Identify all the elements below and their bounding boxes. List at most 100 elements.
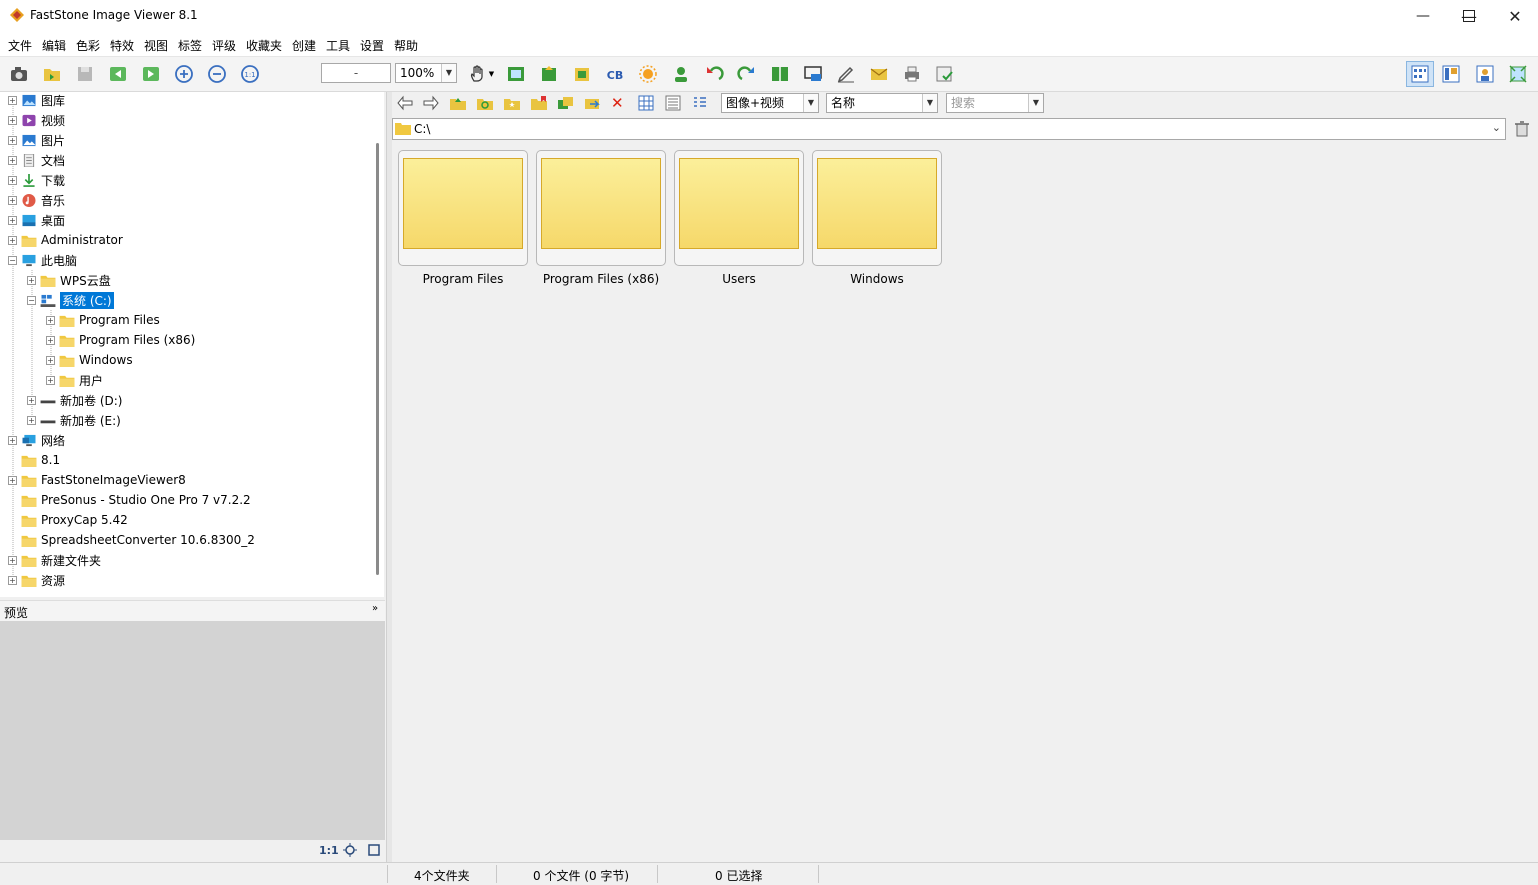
view-filter-select[interactable]: 图像+视频 ▼ bbox=[721, 93, 819, 113]
tree-item[interactable]: +8.1 bbox=[8, 450, 60, 470]
favorites-folder-button[interactable] bbox=[530, 94, 548, 115]
tree-item[interactable]: + 视频 bbox=[8, 110, 65, 130]
expand-toggle-icon[interactable]: + bbox=[8, 95, 17, 105]
print-button[interactable] bbox=[901, 63, 923, 85]
tree-item[interactable]: + 图片 bbox=[8, 130, 65, 150]
adjust-colors-button[interactable] bbox=[637, 63, 659, 85]
menu-file[interactable]: 文件 bbox=[8, 37, 32, 54]
expand-toggle-icon[interactable]: + bbox=[8, 115, 17, 125]
expand-toggle-icon[interactable]: + bbox=[8, 575, 17, 585]
refresh-folder-button[interactable] bbox=[476, 94, 494, 115]
expand-toggle-icon[interactable]: + bbox=[27, 395, 36, 405]
preview-fullscreen-button[interactable] bbox=[367, 843, 381, 860]
expand-toggle-icon[interactable]: + bbox=[8, 475, 17, 485]
tree-item[interactable]: + Windows bbox=[46, 350, 133, 370]
up-folder-button[interactable] bbox=[449, 94, 467, 115]
folder-thumbnail[interactable] bbox=[536, 150, 666, 266]
detail-view-button[interactable] bbox=[665, 95, 681, 114]
expand-toggle-icon[interactable]: + bbox=[46, 355, 55, 365]
minimize-button-real[interactable]: — bbox=[1400, 0, 1446, 32]
chevron-down-icon[interactable]: ⌄ bbox=[1492, 121, 1501, 134]
menu-tools[interactable]: 工具 bbox=[326, 37, 350, 54]
tree-item[interactable]: + 图库 bbox=[8, 90, 65, 110]
move-to-folder-button[interactable] bbox=[584, 94, 602, 115]
copy-to-button[interactable] bbox=[571, 63, 593, 85]
back-button[interactable] bbox=[396, 94, 414, 115]
tree-scrollbar[interactable] bbox=[376, 143, 379, 575]
fullscreen-button[interactable] bbox=[1507, 63, 1529, 85]
tree-item[interactable]: + 新加卷 (E:) bbox=[27, 410, 121, 430]
list-view-button[interactable] bbox=[692, 95, 708, 114]
collapse-toggle-icon[interactable]: − bbox=[8, 255, 17, 265]
menu-color[interactable]: 色彩 bbox=[76, 37, 100, 54]
tree-item[interactable]: − 此电脑 bbox=[8, 250, 77, 270]
menu-tags[interactable]: 标签 bbox=[178, 37, 202, 54]
expand-toggle-icon[interactable]: + bbox=[8, 435, 17, 445]
sort-select[interactable]: 名称 ▼ bbox=[826, 93, 938, 113]
tree-item[interactable]: + 用户 bbox=[46, 370, 103, 390]
expand-toggle-icon[interactable]: + bbox=[8, 155, 17, 165]
open-folder-button[interactable] bbox=[41, 63, 63, 85]
menu-help[interactable]: 帮助 bbox=[394, 37, 418, 54]
email-button[interactable] bbox=[868, 63, 890, 85]
tree-item[interactable]: + 新建文件夹 bbox=[8, 550, 101, 570]
flip-button[interactable] bbox=[769, 63, 791, 85]
tree-item[interactable]: + FastStoneImageViewer8 bbox=[8, 470, 186, 490]
actual-size-button[interactable]: 1:1 bbox=[239, 63, 261, 85]
maximize-button[interactable] bbox=[1446, 0, 1492, 32]
menu-view[interactable]: 视图 bbox=[144, 37, 168, 54]
menu-create[interactable]: 创建 bbox=[292, 37, 316, 54]
previous-button[interactable] bbox=[107, 63, 129, 85]
menu-edit[interactable]: 编辑 bbox=[42, 37, 66, 54]
tree-item[interactable]: + 资源 bbox=[8, 570, 65, 590]
save-button[interactable] bbox=[74, 63, 96, 85]
preview-actual-size-button[interactable]: 1:1 bbox=[319, 844, 339, 857]
zoom-select[interactable]: 100% ▼ bbox=[395, 63, 457, 83]
expand-toggle-icon[interactable]: + bbox=[8, 555, 17, 565]
wallpaper-button[interactable] bbox=[670, 63, 692, 85]
expand-toggle-icon[interactable]: + bbox=[46, 375, 55, 385]
tree-item[interactable]: +ProxyCap 5.42 bbox=[8, 510, 128, 530]
move-to-button[interactable] bbox=[538, 63, 560, 85]
search-input[interactable]: 搜索 ▼ bbox=[946, 93, 1044, 113]
expand-toggle-icon[interactable]: + bbox=[8, 175, 17, 185]
expand-toggle-icon[interactable]: + bbox=[27, 275, 36, 285]
new-folder-button[interactable] bbox=[503, 94, 521, 115]
expand-toggle-icon[interactable]: + bbox=[8, 235, 17, 245]
forward-button[interactable] bbox=[422, 94, 440, 115]
expand-toggle-icon[interactable]: + bbox=[8, 135, 17, 145]
menu-effects[interactable]: 特效 bbox=[110, 37, 134, 54]
tree-item[interactable]: + 网络 bbox=[8, 430, 65, 450]
zoom-out-button[interactable] bbox=[206, 63, 228, 85]
thumbnail-view-button[interactable] bbox=[638, 95, 654, 114]
rotate-left-button[interactable] bbox=[703, 63, 725, 85]
layout-browser-button[interactable] bbox=[1406, 61, 1434, 87]
clear-history-button[interactable] bbox=[1514, 120, 1530, 141]
tree-item[interactable]: + 音乐 bbox=[8, 190, 65, 210]
image-size-field[interactable]: - bbox=[321, 63, 391, 83]
expand-toggle-icon[interactable]: + bbox=[46, 315, 55, 325]
zoom-in-button[interactable] bbox=[173, 63, 195, 85]
tree-item[interactable]: + WPS云盘 bbox=[27, 270, 111, 290]
slideshow-button[interactable] bbox=[505, 63, 527, 85]
acquire-camera-button[interactable] bbox=[8, 63, 30, 85]
menu-settings[interactable]: 设置 bbox=[360, 37, 384, 54]
folder-thumbnail[interactable] bbox=[674, 150, 804, 266]
expand-toggle-icon[interactable]: + bbox=[46, 335, 55, 345]
menu-favorites[interactable]: 收藏夹 bbox=[246, 37, 282, 54]
collapse-preview-icon[interactable]: » bbox=[372, 603, 378, 614]
address-bar[interactable]: C:\ ⌄ bbox=[392, 118, 1506, 140]
layout-two-pane-button[interactable] bbox=[1440, 63, 1462, 85]
tree-item[interactable]: + 文档 bbox=[8, 150, 65, 170]
expand-toggle-icon[interactable]: + bbox=[27, 415, 36, 425]
folder-tree[interactable]: + 图库 + 视频 + 图片 + 文档 + 下载 + 音乐 + 桌面 + Administrator − 此电脑 +… bbox=[0, 92, 384, 597]
folder-thumbnail[interactable] bbox=[398, 150, 528, 266]
next-button[interactable] bbox=[140, 63, 162, 85]
compare-button[interactable]: CB bbox=[604, 63, 626, 85]
collapse-toggle-icon[interactable]: − bbox=[27, 295, 36, 305]
tree-item[interactable]: +PreSonus - Studio One Pro 7 v7.2.2 bbox=[8, 490, 251, 510]
pan-tool-button[interactable]: ▼ bbox=[466, 63, 496, 85]
draw-button[interactable] bbox=[835, 63, 857, 85]
tree-item[interactable]: + Administrator bbox=[8, 230, 123, 250]
delete-button[interactable]: ✕ bbox=[611, 94, 624, 112]
